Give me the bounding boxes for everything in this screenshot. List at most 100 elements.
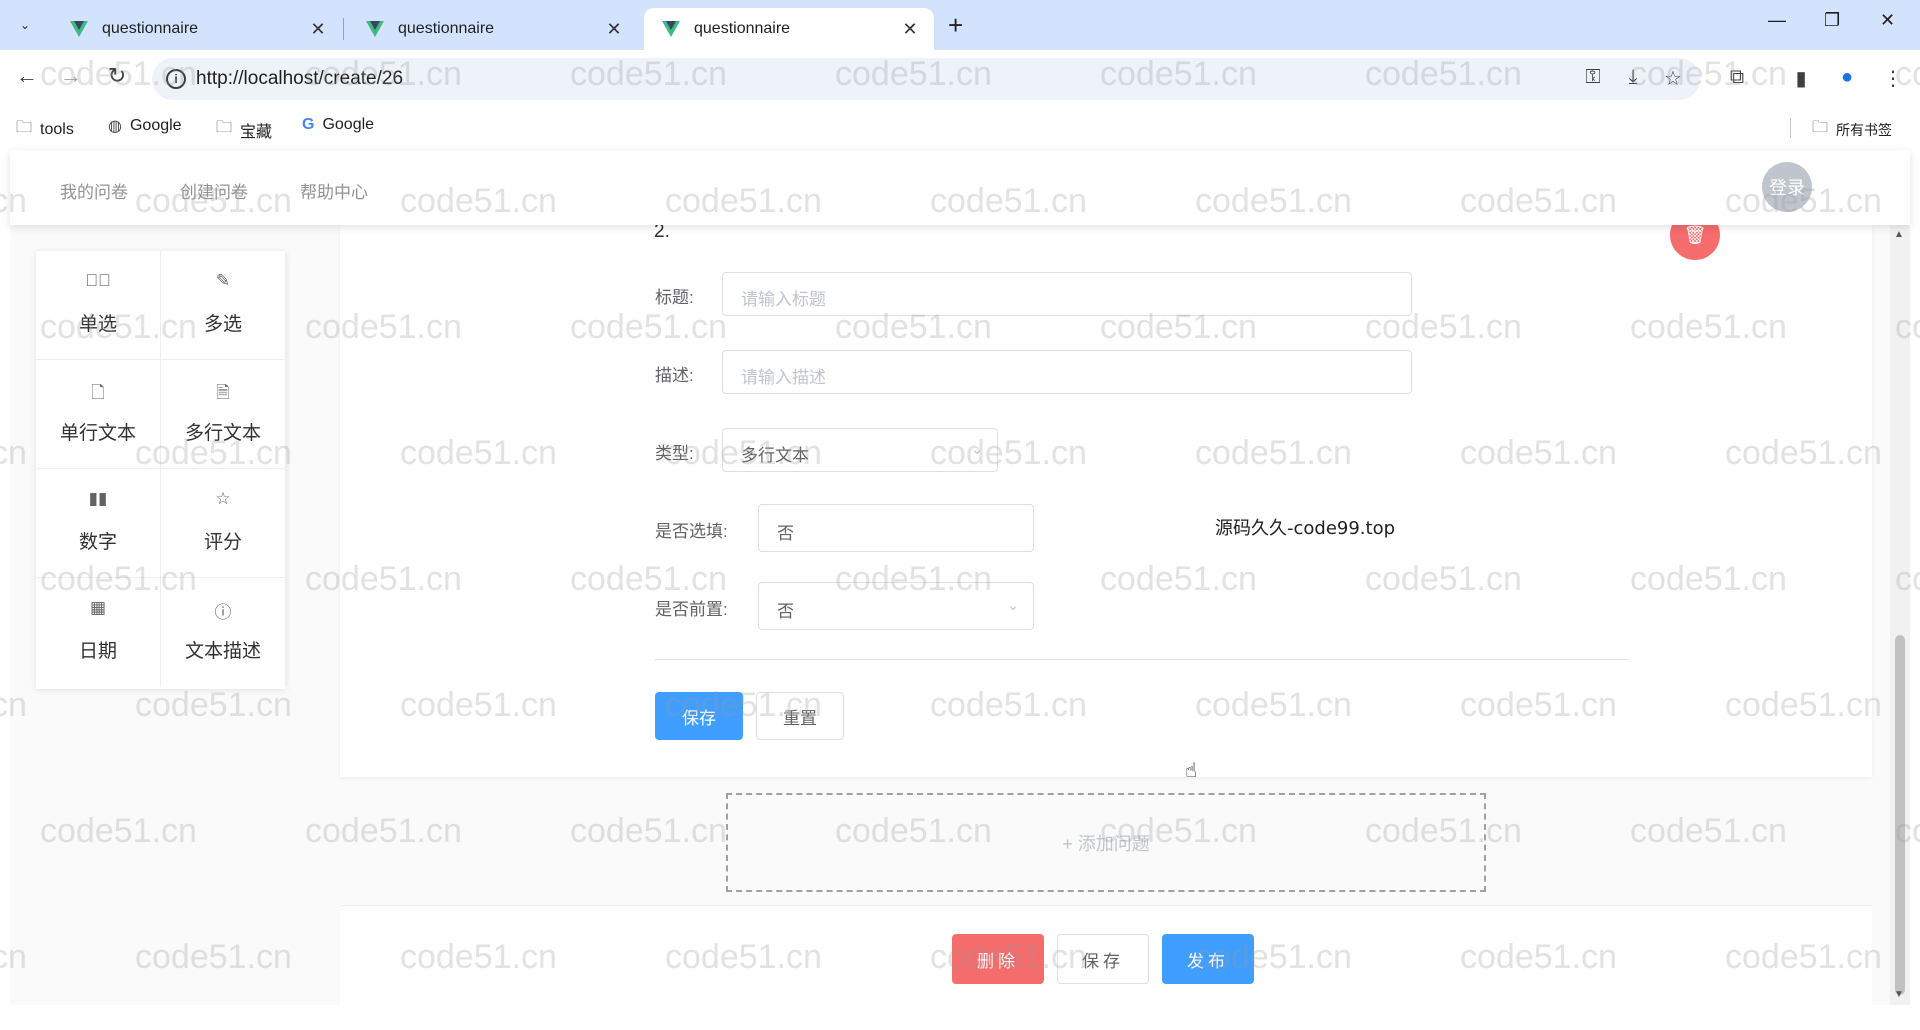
- palette-single-line-text[interactable]: 🗋 单行文本: [36, 360, 161, 469]
- description-input[interactable]: 请输入描述: [722, 350, 1412, 394]
- page-scrollbar[interactable]: ▲ ▼: [1890, 225, 1910, 1005]
- footer-action-bar: 删除 保存 发布: [340, 905, 1872, 1005]
- all-bookmarks[interactable]: 🗀 所有书签: [1812, 116, 1892, 143]
- tab-separator: [343, 18, 344, 40]
- folder-icon: 🗀: [16, 119, 33, 136]
- back-arrow-icon[interactable]: ←: [12, 63, 42, 89]
- optional-select[interactable]: 否: [758, 504, 1034, 552]
- type-select[interactable]: 多行文本 ⌄: [722, 428, 998, 472]
- forward-arrow-icon[interactable]: →: [56, 63, 86, 89]
- bookmark-label: tools: [40, 120, 74, 138]
- scrollbar-thumb[interactable]: [1895, 635, 1905, 995]
- chevron-down-icon: ⌄: [971, 441, 983, 457]
- palette-text-description[interactable]: ⓘ 文本描述: [161, 578, 286, 687]
- prefix-select[interactable]: 否 ⌄: [758, 582, 1034, 630]
- browser-tab-2[interactable]: questionnaire ✕: [348, 8, 638, 50]
- nav-help-center[interactable]: 帮助中心: [300, 178, 368, 203]
- extensions-icon[interactable]: ⧉: [1724, 66, 1750, 89]
- nav-my-questionnaires[interactable]: 我的问卷: [60, 178, 128, 203]
- bookmarks-bar: 🗀 tools ◍ Google 🗀 宝藏 G Google 🗀 所有书签: [0, 108, 1920, 148]
- minimize-icon[interactable]: —: [1768, 10, 1786, 31]
- palette-multi-choice[interactable]: ✎ 多选: [161, 251, 286, 360]
- palette-number[interactable]: ▮▮ 数字: [36, 469, 161, 578]
- bookmark-google-2[interactable]: G Google: [302, 116, 374, 134]
- tab-close-icon[interactable]: ✕: [900, 19, 920, 40]
- save-questionnaire-button[interactable]: 保存: [1057, 934, 1149, 984]
- folder-icon: 🗀: [1812, 119, 1829, 136]
- scroll-down-arrow-icon[interactable]: ▼: [1894, 989, 1904, 1000]
- save-question-button[interactable]: 保存: [655, 692, 743, 740]
- title-placeholder: 请输入标题: [741, 290, 826, 309]
- menu-kebab-icon[interactable]: ⋮: [1880, 66, 1906, 91]
- tab-search-chevron-icon[interactable]: ⌄: [12, 12, 38, 38]
- new-tab-button[interactable]: +: [948, 12, 963, 38]
- scroll-up-arrow-icon[interactable]: ▲: [1894, 229, 1904, 240]
- install-app-icon[interactable]: ⤓: [1620, 66, 1646, 89]
- type-value: 多行文本: [741, 446, 809, 465]
- vue-logo-icon: [366, 21, 384, 37]
- content-area: ✓⃝ 单选 ✎ 多选 🗋 单行文本 🗎 多行文本 ▮▮ 数字 ☆ 评分 ▦ 日期…: [10, 210, 1890, 1005]
- side-panel-icon[interactable]: ▮: [1788, 66, 1814, 91]
- tab-title: questionnaire: [694, 20, 791, 37]
- add-question-button[interactable]: + 添加问题: [726, 793, 1486, 892]
- delete-questionnaire-button[interactable]: 删除: [952, 934, 1044, 984]
- bookmark-google[interactable]: ◍ Google: [108, 116, 182, 136]
- trash-icon: 🗑: [1683, 224, 1707, 245]
- palette-label: 数字: [78, 532, 117, 553]
- reset-question-button[interactable]: 重置: [756, 692, 844, 740]
- restore-icon[interactable]: ❐: [1824, 10, 1840, 31]
- vue-logo-icon: [70, 21, 88, 37]
- all-bookmarks-label: 所有书签: [1836, 121, 1893, 138]
- google-icon: G: [302, 116, 315, 133]
- palette-rating[interactable]: ☆ 评分: [161, 469, 286, 578]
- browser-tab-bar: ⌄ questionnaire ✕ questionnaire ✕ questi…: [0, 0, 1920, 50]
- palette-single-choice[interactable]: ✓⃝ 单选: [36, 251, 161, 360]
- omnibox[interactable]: i http://localhost/create/26 ⚿ ⤓ ☆: [152, 58, 1700, 100]
- palette-label: 单行文本: [59, 423, 136, 444]
- login-avatar[interactable]: 登录: [1762, 162, 1812, 212]
- tab-close-icon[interactable]: ✕: [308, 19, 328, 40]
- question-type-palette: ✓⃝ 单选 ✎ 多选 🗋 单行文本 🗎 多行文本 ▮▮ 数字 ☆ 评分 ▦ 日期…: [36, 251, 286, 689]
- reload-icon[interactable]: ↻: [102, 63, 132, 89]
- bookmark-star-icon[interactable]: ☆: [1660, 66, 1686, 91]
- window-close-icon[interactable]: ✕: [1880, 10, 1895, 31]
- edit-icon: ✎: [215, 271, 231, 290]
- browser-tab-1[interactable]: questionnaire ✕: [52, 8, 342, 50]
- palette-label: 多行文本: [184, 423, 261, 444]
- tab-title: questionnaire: [398, 20, 495, 37]
- key-icon[interactable]: ⚿: [1580, 66, 1606, 89]
- globe-icon: ◍: [108, 118, 122, 135]
- bookmark-label: Google: [129, 117, 182, 134]
- hand-cursor-icon: ☝: [1185, 760, 1198, 782]
- tab-close-icon[interactable]: ✕: [604, 19, 624, 40]
- chevron-down-icon: ⌄: [1007, 597, 1019, 613]
- url-text[interactable]: http://localhost/create/26: [196, 68, 403, 90]
- title-input[interactable]: 请输入标题: [722, 272, 1412, 316]
- bar-chart-icon: ▮▮: [88, 489, 108, 508]
- document-lines-icon: 🗎: [216, 383, 230, 402]
- palette-label: 日期: [78, 641, 117, 662]
- optional-value: 否: [777, 524, 794, 543]
- description-placeholder: 请输入描述: [741, 368, 826, 387]
- vue-logo-icon: [662, 21, 680, 37]
- bookmark-label: 宝藏: [240, 123, 273, 141]
- app-header: 我的问卷 创建问卷 帮助中心 登录: [10, 150, 1910, 225]
- palette-date[interactable]: ▦ 日期: [36, 578, 161, 687]
- publish-questionnaire-button[interactable]: 发布: [1162, 934, 1254, 984]
- address-toolbar: ← → ↻ i http://localhost/create/26 ⚿ ⤓ ☆…: [0, 50, 1920, 108]
- question-editor-card: 2. 🗑 标题: 请输入标题 描述: 请输入描述 类型: 多行文本 ⌄ 是否选填…: [340, 210, 1872, 777]
- title-label: 标题:: [655, 288, 694, 307]
- browser-tab-3-active[interactable]: questionnaire ✕: [644, 8, 934, 50]
- bookmark-tools[interactable]: 🗀 tools: [16, 116, 74, 143]
- form-divider: [655, 659, 1628, 660]
- check-circle-icon: ✓⃝: [85, 271, 111, 290]
- bookmark-treasure[interactable]: 🗀 宝藏: [216, 116, 272, 143]
- description-label: 描述:: [655, 366, 694, 385]
- nav-create-questionnaire[interactable]: 创建问卷: [180, 178, 248, 203]
- site-info-icon[interactable]: i: [166, 69, 186, 89]
- palette-label: 单选: [78, 314, 117, 335]
- palette-label: 评分: [203, 532, 242, 553]
- palette-multi-line-text[interactable]: 🗎 多行文本: [161, 360, 286, 469]
- prefix-label: 是否前置:: [655, 600, 728, 619]
- profile-icon[interactable]: ●: [1834, 66, 1860, 89]
